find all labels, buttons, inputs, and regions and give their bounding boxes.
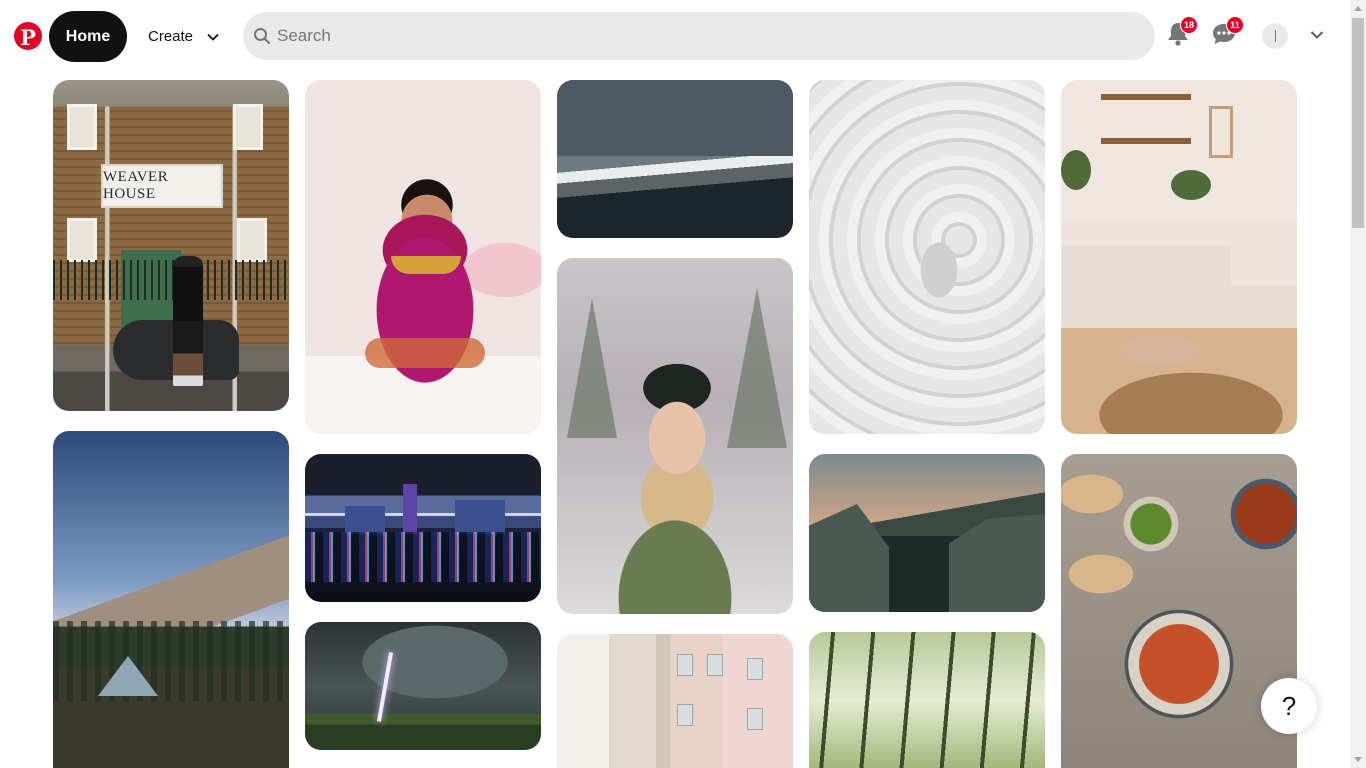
pin-image-window bbox=[67, 218, 97, 262]
pin-mountain-camp[interactable] bbox=[53, 431, 289, 768]
chevron-down-icon bbox=[207, 31, 219, 43]
pin-image-window bbox=[237, 218, 267, 262]
pin-lightning-storm[interactable] bbox=[305, 622, 541, 750]
scroll-down-arrow-icon[interactable] bbox=[1354, 757, 1362, 762]
notifications-button[interactable]: 18 bbox=[1160, 16, 1199, 54]
help-button[interactable]: ? bbox=[1261, 678, 1317, 734]
pin-image-window bbox=[747, 658, 763, 680]
create-button[interactable]: Create bbox=[136, 11, 232, 62]
pin-image-shelf bbox=[1101, 94, 1191, 100]
pinterest-logo-icon[interactable]: P bbox=[14, 22, 42, 50]
building-sign: WEAVER HOUSE bbox=[101, 164, 223, 208]
pin-image-trees bbox=[53, 621, 289, 701]
pin-image-person bbox=[173, 256, 203, 386]
notifications-badge: 18 bbox=[1180, 16, 1199, 34]
pin-weaver-house[interactable]: WEAVER HOUSE bbox=[53, 80, 289, 411]
pin-pasta-dinner[interactable] bbox=[1061, 454, 1297, 768]
create-label: Create bbox=[148, 28, 194, 45]
pin-image-window bbox=[707, 654, 723, 676]
pinterest-logo-glyph: P bbox=[20, 24, 36, 50]
messages-button[interactable]: 11 bbox=[1206, 16, 1244, 54]
search-bar[interactable] bbox=[243, 12, 1155, 60]
top-nav-bar: P Home Create 18 11 bbox=[0, 0, 1350, 72]
pin-image-saree-border bbox=[365, 338, 485, 368]
pin-image-window bbox=[747, 708, 763, 730]
pin-image-building bbox=[345, 506, 385, 534]
pin-city-night[interactable] bbox=[305, 454, 541, 602]
pin-yosemite-valley[interactable] bbox=[809, 454, 1045, 612]
pin-image-wall-picture bbox=[1209, 106, 1233, 158]
pin-winter-portrait[interactable] bbox=[557, 258, 793, 614]
page-scrollbar[interactable] bbox=[1350, 0, 1366, 768]
pin-image-window bbox=[67, 104, 97, 150]
search-input[interactable] bbox=[277, 16, 1137, 56]
pin-image-plant bbox=[1061, 150, 1091, 190]
avatar[interactable] bbox=[1262, 23, 1288, 49]
pin-image-window bbox=[233, 104, 263, 150]
avatar-initial-mark bbox=[1274, 30, 1276, 42]
pin-image-lightning bbox=[376, 652, 394, 722]
pin-image-fence bbox=[53, 260, 289, 300]
pin-image-window bbox=[677, 704, 693, 726]
pin-image-tree bbox=[727, 288, 787, 448]
pin-kitchen-dining[interactable] bbox=[1061, 80, 1297, 434]
pin-image-shelf bbox=[1101, 138, 1191, 144]
pin-image-necklace bbox=[391, 256, 461, 274]
scroll-up-arrow-icon[interactable] bbox=[1354, 6, 1362, 11]
account-menu-button[interactable] bbox=[1306, 26, 1328, 46]
pin-image-tree bbox=[567, 298, 617, 438]
pin-image-building bbox=[403, 484, 417, 534]
pin-image-reflection bbox=[305, 532, 541, 582]
pin-image-cabinet bbox=[1061, 246, 1231, 316]
pin-bride-portrait[interactable] bbox=[305, 80, 541, 434]
search-icon bbox=[253, 27, 271, 45]
messages-badge: 11 bbox=[1226, 16, 1244, 34]
pin-image-window bbox=[677, 654, 693, 676]
pin-mountain-lake[interactable] bbox=[557, 80, 793, 238]
scrollbar-thumb[interactable] bbox=[1352, 18, 1364, 228]
pin-white-sculpture[interactable] bbox=[809, 80, 1045, 434]
chevron-down-icon bbox=[1310, 27, 1324, 45]
pin-image-building bbox=[455, 500, 505, 534]
pin-image-cliff bbox=[949, 514, 1045, 612]
pin-image-cliff bbox=[809, 504, 889, 612]
pin-image-plant bbox=[1171, 170, 1211, 200]
home-button[interactable]: Home bbox=[49, 11, 127, 62]
pin-city-buildings[interactable] bbox=[557, 634, 793, 768]
pin-bamboo-forest[interactable] bbox=[809, 632, 1045, 768]
